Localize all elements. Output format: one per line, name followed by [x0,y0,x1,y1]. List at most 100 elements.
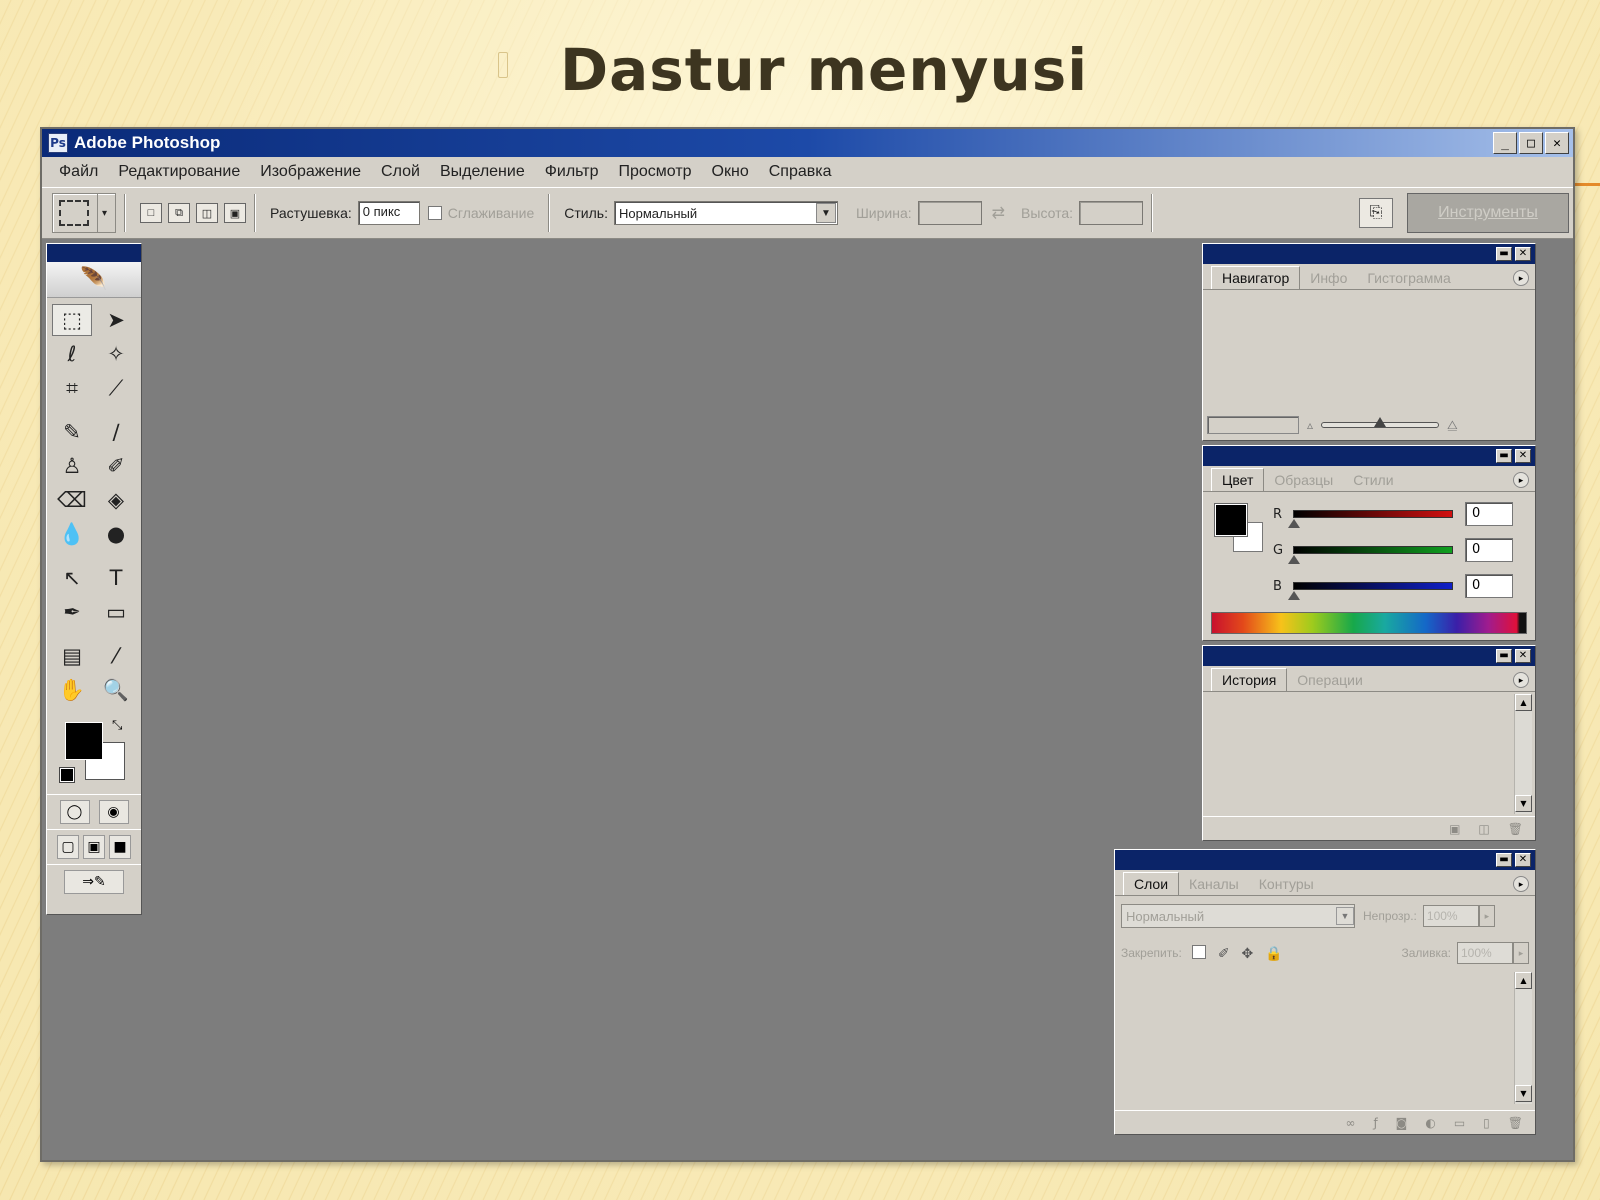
layers-scrollbar[interactable]: ▲ ▼ [1514,972,1532,1104]
dodge-tool-icon[interactable]: ● [96,518,136,550]
file-browser-icon[interactable]: ⎘ [1359,198,1393,228]
link-layers-icon[interactable]: ∞ [1345,1116,1355,1130]
style-select[interactable]: Нормальный ▼ [613,201,838,225]
palette-menu-icon[interactable]: ▸ [1513,672,1529,688]
close-icon[interactable]: ✕ [1515,649,1531,663]
red-value-input[interactable]: 0 [1465,502,1513,526]
layer-mask-icon[interactable]: ◙ [1396,1116,1408,1130]
zoom-slider[interactable] [1321,417,1440,428]
fill-arrow-icon[interactable]: ▸ [1513,942,1529,964]
eyedropper-tool-icon[interactable]: ⁄ [96,640,136,672]
tab-color[interactable]: Цвет [1211,468,1265,491]
blur-tool-icon[interactable]: 💧 [52,518,92,550]
new-layer-icon[interactable]: ▯ [1483,1116,1490,1130]
tab-info[interactable]: Инфо [1300,267,1357,289]
adjustment-layer-icon[interactable]: ◐ [1425,1116,1435,1130]
paint-bucket-tool-icon[interactable]: ◈ [96,484,136,516]
blend-mode-select[interactable]: Нормальный ▼ [1121,904,1355,928]
magic-wand-tool-icon[interactable]: ✧ [96,338,136,370]
tab-styles[interactable]: Стили [1343,469,1403,491]
zoom-field[interactable] [1207,416,1299,434]
green-value-input[interactable]: 0 [1465,538,1513,562]
red-slider-thumb[interactable] [1288,519,1300,528]
jump-to-imageready-icon[interactable]: ⇒✎ [64,870,124,894]
opacity-input[interactable]: 100% [1422,905,1479,927]
crop-tool-icon[interactable]: ⌗ [52,372,92,404]
palette-menu-icon[interactable]: ▸ [1513,270,1529,286]
antialias-checkbox[interactable] [427,206,442,220]
minimize-icon[interactable]: ▬ [1496,649,1512,663]
hand-tool-icon[interactable]: ✋ [52,674,92,706]
scroll-down-icon[interactable]: ▼ [1515,1085,1532,1102]
full-screen-menu-icon[interactable]: ▣ [83,835,105,859]
tab-navigator[interactable]: Навигатор [1211,266,1301,289]
palette-title-bar[interactable]: ▬ ✕ [1203,244,1535,264]
menu-layer[interactable]: Слой [372,163,429,181]
menu-edit[interactable]: Редактирование [109,163,249,181]
menu-help[interactable]: Справка [760,163,841,181]
standard-screen-icon[interactable]: ▢ [57,835,79,859]
trash-icon[interactable]: 🗑 [1508,1116,1523,1130]
minimize-icon[interactable]: ▬ [1496,853,1512,867]
minimize-button[interactable]: _ [1493,132,1517,154]
default-colors-icon[interactable] [59,767,75,783]
history-brush-tool-icon[interactable]: ✐ [96,450,136,482]
blue-slider[interactable] [1288,582,1453,600]
lock-pixels-icon[interactable]: ✐ [1218,945,1230,962]
new-document-from-state-icon[interactable]: ▣ [1449,822,1460,836]
height-input[interactable] [1079,201,1144,225]
subtract-selection-icon[interactable]: ◫ [196,203,218,223]
palette-menu-icon[interactable]: ▸ [1513,472,1529,488]
chevron-down-icon[interactable]: ▾ [97,194,111,232]
standard-mode-icon[interactable]: ◯ [59,800,90,824]
lasso-tool-icon[interactable]: ℓ [52,338,92,370]
lock-transparency-icon[interactable] [1191,944,1206,959]
lock-position-icon[interactable]: ✥ [1242,945,1254,962]
scroll-up-icon[interactable]: ▲ [1515,972,1532,989]
tab-layers[interactable]: Слои [1123,872,1180,895]
menu-filter[interactable]: Фильтр [536,163,608,181]
swap-dimensions-icon[interactable]: ⇄ [992,203,1005,223]
tab-swatches[interactable]: Образцы [1264,469,1343,491]
zoom-out-icon[interactable]: ▵ [1307,418,1313,432]
workspace-area[interactable]: 🪶 ⬚ ➤ ℓ ✧ ⌗ ⟋ ✎ ∕ ♙ ✐ ⌫ ◈ 💧 ● ↖ T ✒ ▭ ▤ ⁄ ✋ 🔍 ⤡ ◯ ◉ ▢ ▣ ■ ⇒✎ [42,239,1573,1160]
add-selection-icon[interactable]: ⧉ [168,203,190,223]
palette-title-bar[interactable]: ▬ ✕ [1203,646,1535,666]
toolbox-title-bar[interactable] [47,244,141,262]
clone-stamp-tool-icon[interactable]: ♙ [52,450,92,482]
eraser-tool-icon[interactable]: ⌫ [52,484,92,516]
foreground-color-swatch[interactable] [1214,503,1248,537]
feather-input[interactable]: 0 пикс [357,201,420,225]
full-screen-icon[interactable]: ■ [109,835,131,859]
tab-actions[interactable]: Операции [1287,669,1373,691]
menu-image[interactable]: Изображение [251,163,370,181]
trash-icon[interactable]: 🗑 [1508,822,1523,836]
menu-select[interactable]: Выделение [431,163,534,181]
tab-paths[interactable]: Контуры [1249,873,1324,895]
close-icon[interactable]: ✕ [1515,247,1531,261]
palette-well[interactable]: Инструменты [1407,193,1569,233]
type-tool-icon[interactable]: T [96,562,136,594]
color-spectrum-bar[interactable] [1211,612,1527,634]
green-slider[interactable] [1288,546,1453,564]
tool-preset-picker[interactable]: ▾ [52,193,116,233]
photoshop-feather-icon[interactable]: 🪶 [47,262,141,298]
shape-tool-icon[interactable]: ▭ [96,596,136,628]
intersect-selection-icon[interactable]: ▣ [224,203,246,223]
blue-value-input[interactable]: 0 [1465,574,1513,598]
zoom-in-icon[interactable]: ⧋ [1447,418,1458,433]
pen-tool-icon[interactable]: ✒ [52,596,92,628]
notes-tool-icon[interactable]: ▤ [52,640,92,672]
move-tool-icon[interactable]: ➤ [96,304,136,336]
palette-title-bar[interactable]: ▬ ✕ [1115,850,1535,870]
title-bar[interactable]: Ps Adobe Photoshop _ □ ✕ [42,129,1573,157]
scroll-up-icon[interactable]: ▲ [1515,694,1532,711]
green-slider-thumb[interactable] [1288,555,1300,564]
swap-colors-icon[interactable]: ⤡ [112,718,122,733]
layer-style-icon[interactable]: ƒ [1373,1116,1377,1130]
foreground-color[interactable] [65,722,103,760]
close-button[interactable]: ✕ [1545,132,1569,154]
new-snapshot-icon[interactable]: ◫ [1478,822,1489,836]
quick-mask-icon[interactable]: ◉ [98,800,129,824]
history-scrollbar[interactable]: ▲ ▼ [1514,694,1532,814]
